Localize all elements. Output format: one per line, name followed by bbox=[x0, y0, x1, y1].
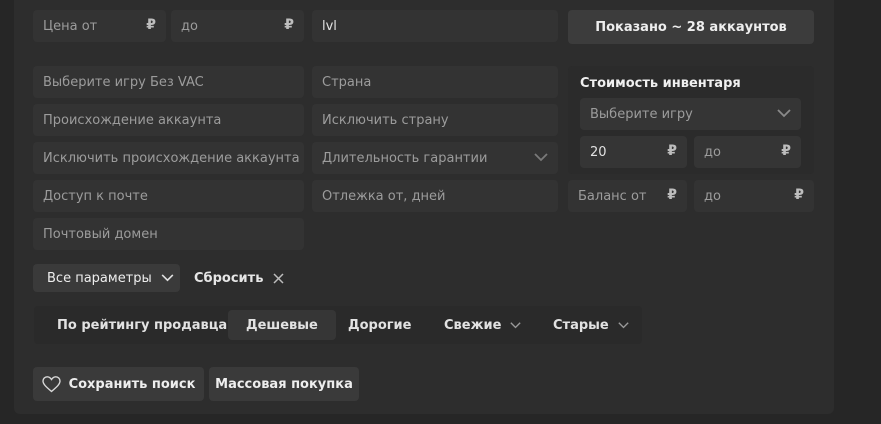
price-from-field[interactable]: Цена от ₽ bbox=[33, 10, 166, 42]
chevron-down-icon bbox=[161, 274, 174, 282]
ruble-icon: ₽ bbox=[781, 143, 791, 159]
country-field[interactable]: Страна bbox=[312, 66, 558, 98]
chevron-down-icon bbox=[777, 109, 791, 118]
sort-cheap[interactable]: Дешевые bbox=[228, 310, 336, 340]
account-origin-field[interactable]: Происхождение аккаунта bbox=[33, 104, 304, 136]
guarantee-duration-select[interactable]: Длительность гарантии bbox=[312, 142, 558, 174]
email-access-field[interactable]: Доступ к почте bbox=[33, 180, 304, 212]
sort-by-seller-rating[interactable]: По рейтингу продавца bbox=[57, 310, 227, 340]
bulk-buy-button[interactable]: Массовая покупка bbox=[209, 367, 359, 401]
inventory-cost-title: Стоимость инвентаря bbox=[580, 76, 741, 91]
ruble-icon: ₽ bbox=[667, 187, 677, 203]
heart-icon bbox=[41, 375, 61, 393]
save-search-button[interactable]: Сохранить поиск bbox=[33, 367, 204, 401]
min-idle-days-field[interactable]: Отлежка от, дней bbox=[312, 180, 558, 212]
ruble-icon: ₽ bbox=[284, 17, 294, 33]
exclude-origin-field[interactable]: Исключить происхождение аккаунта bbox=[33, 142, 304, 174]
close-icon bbox=[273, 272, 284, 284]
exclude-country-field[interactable]: Исключить страну bbox=[312, 104, 558, 136]
sort-expensive[interactable]: Дорогие bbox=[348, 310, 411, 340]
balance-to-field[interactable]: до ₽ bbox=[694, 180, 814, 212]
title-search-input[interactable]: lvl bbox=[312, 10, 558, 42]
inventory-to-field[interactable]: до ₽ bbox=[694, 136, 801, 168]
inventory-game-select[interactable]: Выберите игру bbox=[580, 98, 801, 130]
all-params-button[interactable]: Все параметры bbox=[33, 264, 180, 292]
chevron-down-icon bbox=[618, 321, 629, 329]
chevron-down-icon bbox=[510, 321, 522, 329]
sort-fresh[interactable]: Свежие bbox=[444, 310, 522, 340]
balance-from-field[interactable]: Баланс от ₽ bbox=[568, 180, 687, 212]
select-game-field[interactable]: Выберите игру Без VAC bbox=[33, 66, 304, 98]
sort-old[interactable]: Старые bbox=[553, 310, 629, 340]
inventory-from-field[interactable]: 20 ₽ bbox=[580, 136, 687, 168]
chevron-down-icon bbox=[534, 153, 548, 162]
ruble-icon: ₽ bbox=[146, 17, 156, 33]
reset-button[interactable]: Сбросить bbox=[194, 264, 284, 292]
price-to-field[interactable]: до ₽ bbox=[171, 10, 304, 42]
ruble-icon: ₽ bbox=[794, 187, 804, 203]
email-domain-field[interactable]: Почтовый домен bbox=[33, 218, 304, 250]
shown-accounts-button[interactable]: Показано ~ 28 аккаунтов bbox=[568, 10, 814, 44]
ruble-icon: ₽ bbox=[667, 143, 677, 159]
